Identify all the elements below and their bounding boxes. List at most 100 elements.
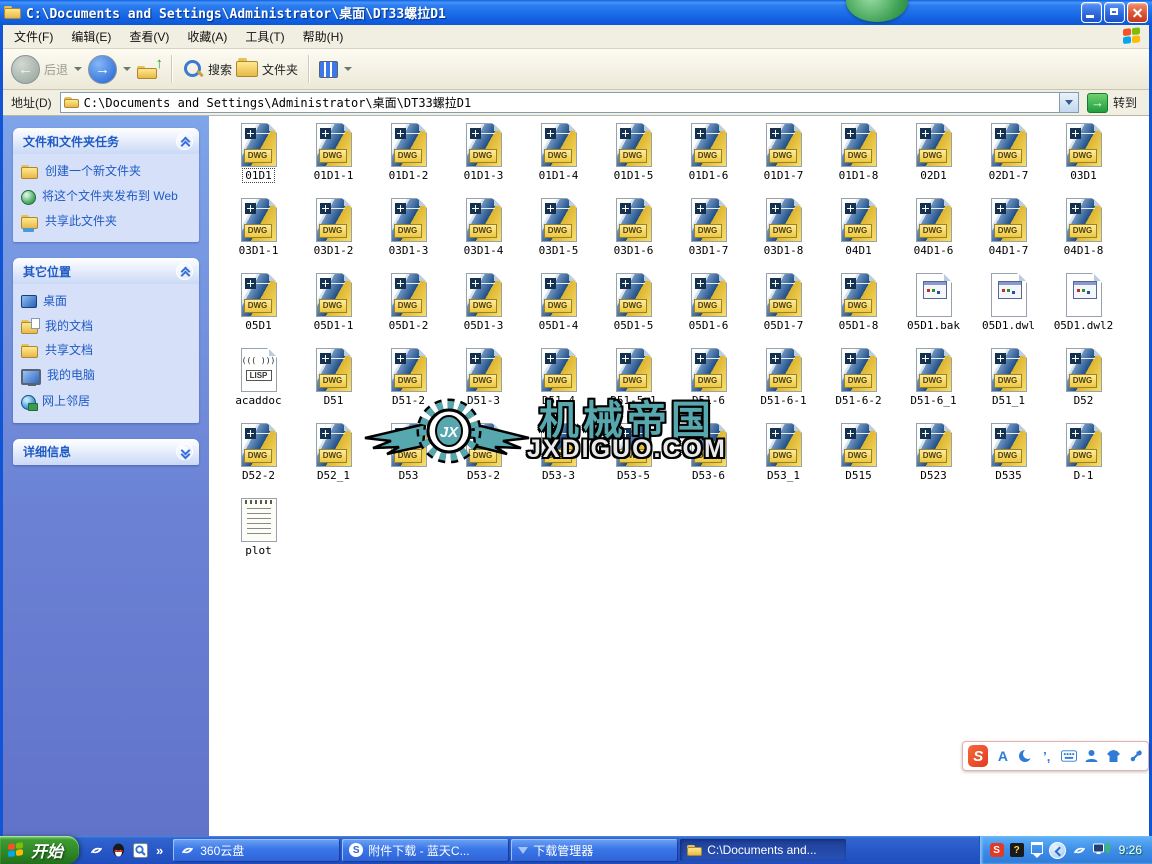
file-item[interactable]: DWG01D1-4 <box>521 121 596 196</box>
file-item[interactable]: DWG05D1-2 <box>371 271 446 346</box>
file-item[interactable]: 05D1.dwl2 <box>1046 271 1121 346</box>
file-item[interactable]: DWGD51_1 <box>971 346 1046 421</box>
sogou-tray-icon[interactable]: S <box>990 843 1004 857</box>
sidebar-item[interactable]: 我的电脑 <box>21 368 195 385</box>
file-item[interactable]: DWG03D1-4 <box>446 196 521 271</box>
address-input[interactable]: C:\Documents and Settings\Administrator\… <box>60 92 1079 113</box>
sidebar-panel-header[interactable]: 其它位置 <box>13 258 199 284</box>
360-tray-icon[interactable] <box>1072 844 1087 857</box>
taskbar-task-button[interactable]: 下载管理器 <box>511 839 677 861</box>
file-item[interactable]: plot <box>221 496 296 571</box>
file-item[interactable]: DWGD-1 <box>1046 421 1121 496</box>
helper-tray-icon[interactable]: ? <box>1010 843 1024 857</box>
360-icon[interactable] <box>89 844 104 857</box>
file-item[interactable]: 05D1.bak <box>896 271 971 346</box>
file-item[interactable]: DWG03D1-7 <box>671 196 746 271</box>
search-icon[interactable] <box>133 843 148 858</box>
taskbar-task-button[interactable]: S附件下载 - 蓝天C... <box>342 839 508 861</box>
file-item[interactable]: DWGD515 <box>821 421 896 496</box>
file-item[interactable]: DWG05D1-7 <box>746 271 821 346</box>
sogou-logo-icon[interactable]: S <box>968 745 988 767</box>
menu-item[interactable]: 收藏(A) <box>178 25 236 48</box>
file-item[interactable]: DWG05D1 <box>221 271 296 346</box>
moon-icon[interactable] <box>1017 748 1032 764</box>
start-button[interactable]: 开始 <box>0 836 79 864</box>
folders-button[interactable]: 文件夹 <box>236 61 298 78</box>
file-item[interactable]: DWG02D1-7 <box>971 121 1046 196</box>
person-icon[interactable] <box>1084 748 1099 764</box>
restore-button[interactable] <box>1104 2 1125 23</box>
punctuation-icon[interactable]: ’, <box>1039 748 1054 764</box>
file-item[interactable]: DWGD51-6_1 <box>896 346 971 421</box>
collapse-chevron-icon[interactable] <box>1049 842 1066 859</box>
go-button[interactable]: → 转到 <box>1087 93 1137 113</box>
sidebar-item[interactable]: 我的文档 <box>21 319 195 335</box>
back-button[interactable]: ← 后退 <box>11 55 84 84</box>
file-item[interactable]: DWG05D1-5 <box>596 271 671 346</box>
menu-item[interactable]: 查看(V) <box>120 25 178 48</box>
sidebar-item[interactable]: 共享此文件夹 <box>21 214 195 230</box>
taskbar-task-button[interactable]: 360云盘 <box>173 839 339 861</box>
file-item[interactable]: DWG01D1-1 <box>296 121 371 196</box>
menu-item[interactable]: 工具(T) <box>236 25 293 48</box>
file-item[interactable]: DWG03D1-5 <box>521 196 596 271</box>
menu-item[interactable]: 帮助(H) <box>294 25 353 48</box>
file-item[interactable]: DWG04D1-8 <box>1046 196 1121 271</box>
menu-item[interactable]: 文件(F) <box>5 25 62 48</box>
file-item[interactable]: DWG05D1-1 <box>296 271 371 346</box>
file-item[interactable]: DWG04D1 <box>821 196 896 271</box>
forward-dropdown-icon[interactable] <box>123 67 131 71</box>
forward-button[interactable]: → <box>88 55 133 84</box>
window-arrow-tray-icon[interactable] <box>1030 842 1043 858</box>
file-item[interactable]: DWG05D1-3 <box>446 271 521 346</box>
file-item[interactable]: DWGD523 <box>896 421 971 496</box>
sidebar-panel-header[interactable]: 详细信息 <box>13 439 199 465</box>
views-button[interactable] <box>319 61 354 78</box>
file-item[interactable]: DWG05D1-4 <box>521 271 596 346</box>
settings-wrench-icon[interactable] <box>1128 748 1143 764</box>
file-item[interactable]: DWG04D1-7 <box>971 196 1046 271</box>
file-item[interactable]: DWGD535 <box>971 421 1046 496</box>
qq-icon[interactable] <box>112 843 125 858</box>
file-item[interactable]: DWG03D1 <box>1046 121 1121 196</box>
file-item[interactable]: DWG03D1-6 <box>596 196 671 271</box>
file-item[interactable]: DWG01D1-3 <box>446 121 521 196</box>
file-item[interactable]: DWG01D1-7 <box>746 121 821 196</box>
file-item[interactable]: 05D1.dwl <box>971 271 1046 346</box>
file-item[interactable]: DWG03D1-2 <box>296 196 371 271</box>
keyboard-icon[interactable] <box>1061 748 1077 764</box>
file-item[interactable]: ((( )))LISPacaddoc <box>221 346 296 421</box>
chevron-down-icon[interactable] <box>176 443 193 460</box>
file-item[interactable]: DWG03D1-8 <box>746 196 821 271</box>
taskbar-task-button[interactable]: C:\Documents and... <box>680 839 846 861</box>
file-item[interactable]: DWGD52 <box>1046 346 1121 421</box>
search-button[interactable]: 搜索 <box>182 58 232 80</box>
back-dropdown-icon[interactable] <box>74 67 82 71</box>
file-item[interactable]: DWG05D1-8 <box>821 271 896 346</box>
sidebar-panel-header[interactable]: 文件和文件夹任务 <box>13 128 199 154</box>
file-item[interactable]: DWGD51-6-1 <box>746 346 821 421</box>
chevron-up-icon[interactable] <box>176 133 193 150</box>
file-item[interactable]: DWGD52-2 <box>221 421 296 496</box>
file-item[interactable]: DWG04D1-6 <box>896 196 971 271</box>
sidebar-item[interactable]: 创建一个新文件夹 <box>21 164 195 180</box>
network-tray-icon[interactable] <box>1093 843 1111 857</box>
file-item[interactable]: DWGD51-6-2 <box>821 346 896 421</box>
quick-launch-overflow-chevron-icon[interactable]: » <box>156 843 163 858</box>
sidebar-item[interactable]: 共享文档 <box>21 343 195 359</box>
menu-item[interactable]: 编辑(E) <box>62 25 120 48</box>
file-item[interactable]: DWG01D1 <box>221 121 296 196</box>
address-dropdown-button[interactable] <box>1059 93 1078 112</box>
chevron-up-icon[interactable] <box>176 263 193 280</box>
file-item[interactable]: DWG01D1-6 <box>671 121 746 196</box>
skin-icon[interactable] <box>1106 748 1121 764</box>
file-item[interactable]: DWG03D1-3 <box>371 196 446 271</box>
file-item[interactable]: DWGD52_1 <box>296 421 371 496</box>
language-icon[interactable]: A <box>995 748 1010 764</box>
up-button[interactable]: ↑ <box>137 59 161 79</box>
file-item[interactable]: DWG01D1-8 <box>821 121 896 196</box>
file-item[interactable]: DWG03D1-1 <box>221 196 296 271</box>
close-button[interactable] <box>1127 2 1148 23</box>
file-item[interactable]: DWGD51 <box>296 346 371 421</box>
file-item[interactable]: DWG05D1-6 <box>671 271 746 346</box>
